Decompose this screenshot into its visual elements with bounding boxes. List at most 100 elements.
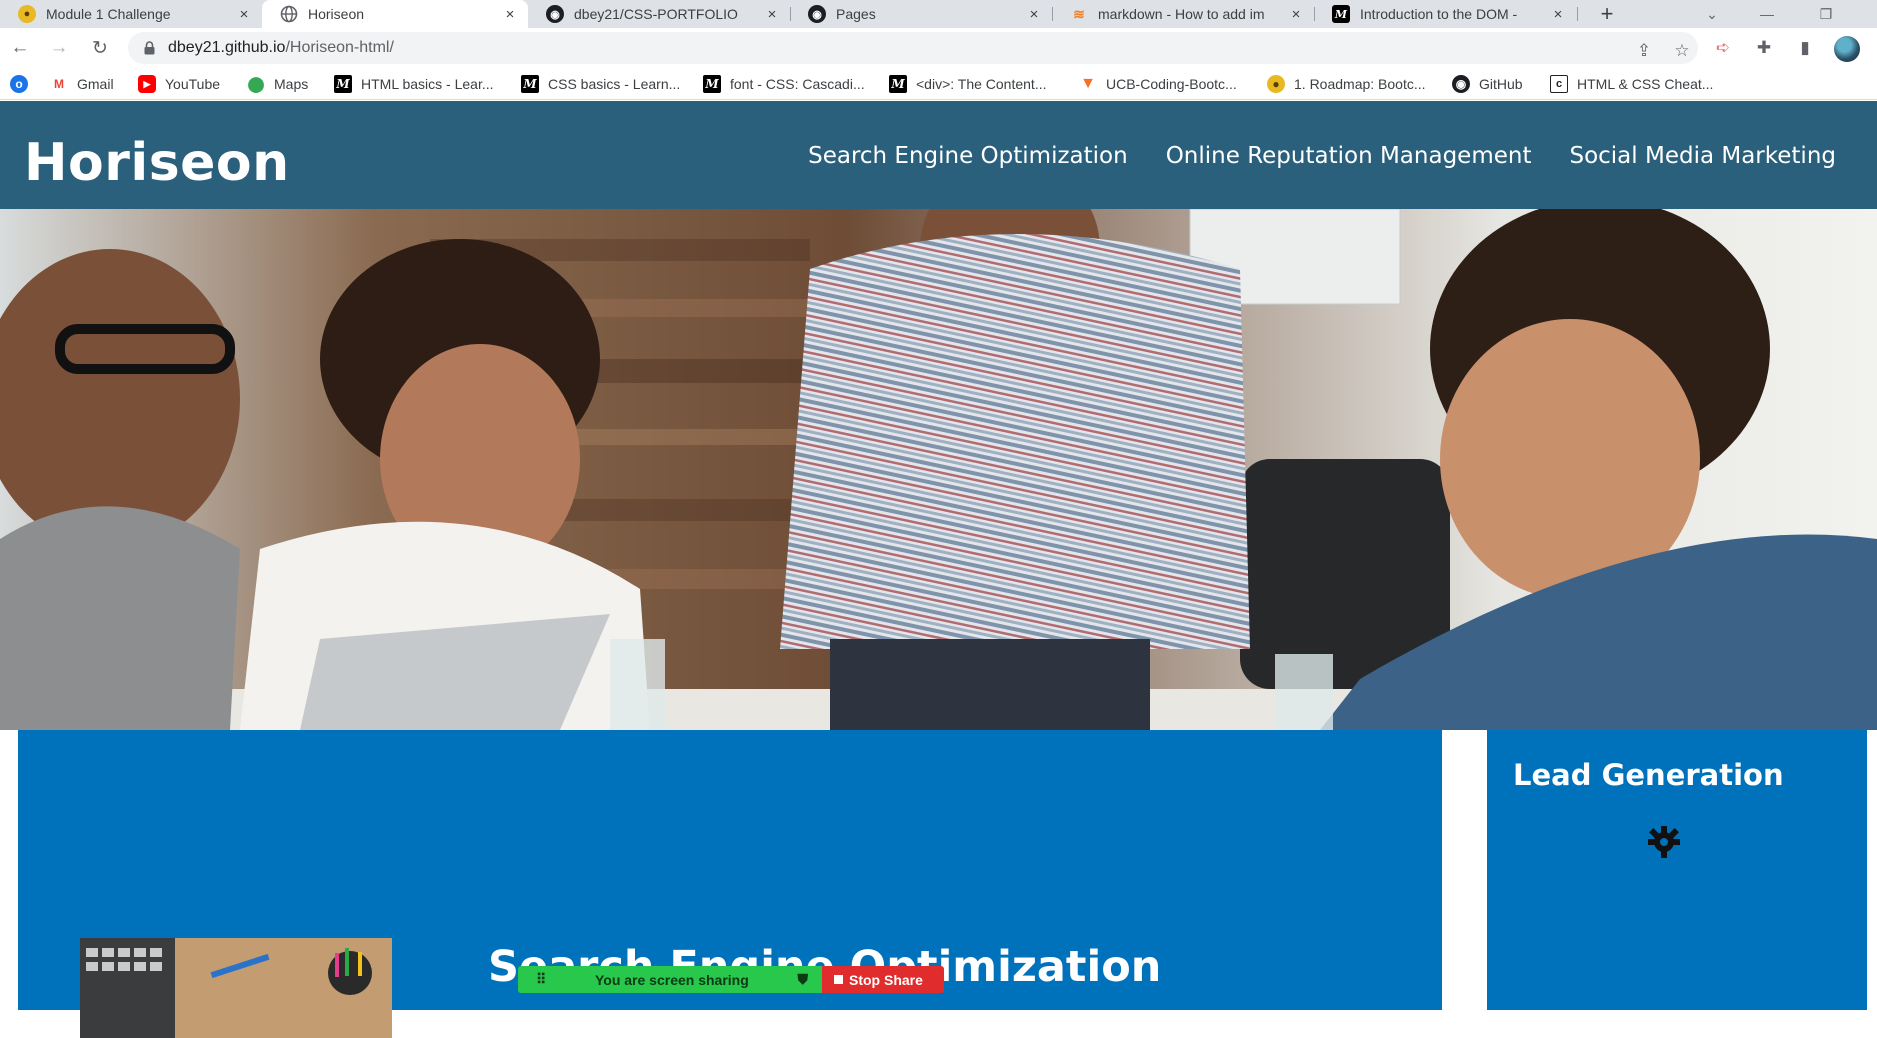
maps-icon: ⬤ <box>247 76 265 93</box>
url-host: dbey21.github.io <box>168 39 286 56</box>
bookmark-label: 1. Roadmap: Bootc... <box>1294 76 1426 92</box>
mdn-icon: M <box>334 75 352 93</box>
bookmark-div-element[interactable]: M <div>: The Content... <box>889 74 1047 94</box>
mdn-icon: M <box>703 75 721 93</box>
restore-icon[interactable]: ❐ <box>1806 0 1846 28</box>
close-icon[interactable]: × <box>1024 6 1044 23</box>
github-icon: ◉ <box>546 5 564 23</box>
bookmark-gmail[interactable]: M Gmail <box>50 74 114 94</box>
bookmark-css-basics[interactable]: M CSS basics - Learn... <box>521 74 680 94</box>
tab-title: Pages <box>836 6 876 22</box>
screen-share-status[interactable]: ⠿ You are screen sharing ⛊ <box>518 966 822 993</box>
bookmark-apps[interactable]: o <box>10 74 37 94</box>
share-icon[interactable]: ⇪ <box>1633 40 1655 62</box>
puzzle-extensions-icon[interactable]: ✚ <box>1753 37 1775 59</box>
tab-title: Introduction to the DOM - <box>1360 6 1518 22</box>
close-icon[interactable]: × <box>762 6 782 23</box>
tab-search-icon[interactable]: ⌄ <box>1692 0 1732 28</box>
bootcamp-coin-icon: ● <box>1267 75 1285 93</box>
lead-generation-title: Lead Generation <box>1513 758 1784 792</box>
url-path: /Horiseon-html/ <box>285 39 394 56</box>
bookmark-html-basics[interactable]: M HTML basics - Lear... <box>334 74 494 94</box>
tab-title: dbey21/CSS-PORTFOLIO <box>574 6 738 22</box>
back-icon[interactable]: ← <box>8 36 32 60</box>
bookmark-ucb-bootcamp[interactable]: ▼ UCB-Coding-Bootc... <box>1079 74 1237 94</box>
close-icon[interactable]: × <box>1548 6 1568 23</box>
url-text: dbey21.github.io/Horiseon-html/ <box>168 39 394 57</box>
address-bar[interactable]: dbey21.github.io/Horiseon-html/ ⇪ ☆ <box>128 32 1698 64</box>
bookmark-youtube[interactable]: ▶ YouTube <box>138 74 220 94</box>
bookmark-maps[interactable]: ⬤ Maps <box>247 74 309 94</box>
close-icon[interactable]: × <box>1286 6 1306 23</box>
bookmark-label: YouTube <box>165 76 221 92</box>
hero-image <box>0 209 1877 730</box>
forward-icon[interactable]: → <box>47 36 71 60</box>
tab-strip: ● Module 1 Challenge × Horiseon × ◉ dbey… <box>0 0 1877 28</box>
stop-share-label: Stop Share <box>849 971 923 988</box>
tab-title: markdown - How to add im <box>1098 6 1265 22</box>
mdn-icon: M <box>1332 5 1350 23</box>
bookmark-star-icon[interactable]: ☆ <box>1671 40 1693 62</box>
site-nav: Search Engine Optimization Online Reputa… <box>770 143 1836 169</box>
new-tab-button[interactable]: + <box>1592 0 1622 28</box>
bookmark-label: font - CSS: Cascadi... <box>730 76 865 92</box>
bootcamp-coin-icon: ● <box>18 5 36 23</box>
extension-icon[interactable]: ➪ <box>1712 37 1734 59</box>
tab-introduction-dom[interactable]: M Introduction to the DOM - × <box>1314 0 1576 28</box>
mdn-icon: M <box>889 75 907 93</box>
tab-horiseon[interactable]: Horiseon × <box>262 0 528 28</box>
stop-square-icon <box>834 975 843 984</box>
tab-pages[interactable]: ◉ Pages × <box>790 0 1052 28</box>
cheatsheet-icon: c <box>1550 75 1568 93</box>
github-icon: ◉ <box>808 5 826 23</box>
youtube-icon: ▶ <box>138 75 156 93</box>
bookmark-label: Gmail <box>77 76 114 92</box>
bookmark-github[interactable]: ◉ GitHub <box>1452 74 1523 94</box>
gitlab-icon: ▼ <box>1080 75 1096 92</box>
close-icon[interactable]: × <box>234 6 254 23</box>
bookmarks-bar: o M Gmail ▶ YouTube ⬤ Maps M HTML basics… <box>0 68 1877 100</box>
tab-divider <box>1577 7 1578 21</box>
bookmark-label: HTML basics - Lear... <box>361 76 494 92</box>
profile-avatar[interactable] <box>1834 36 1860 62</box>
apps-icon: o <box>10 75 28 93</box>
nav-link-reputation[interactable]: Online Reputation Management <box>1166 143 1532 169</box>
tab-markdown-stackoverflow[interactable]: ≋ markdown - How to add im × <box>1052 0 1314 28</box>
nav-link-social-media[interactable]: Social Media Marketing <box>1569 143 1836 169</box>
bookmark-label: <div>: The Content... <box>916 76 1047 92</box>
close-icon[interactable]: × <box>500 6 520 23</box>
gmail-icon: M <box>54 77 64 91</box>
site-logo[interactable]: Horiseon <box>24 133 290 193</box>
gear-icon <box>1648 826 1680 858</box>
minimize-icon[interactable]: — <box>1747 0 1787 28</box>
bookmark-label: Maps <box>274 76 309 92</box>
shield-check-icon: ⛊ <box>797 971 808 987</box>
screen-share-bar: ⠿ You are screen sharing ⛊ Stop Share <box>518 966 944 993</box>
bookmark-label: GitHub <box>1479 76 1523 92</box>
globe-icon <box>280 5 298 23</box>
mdn-icon: M <box>521 75 539 93</box>
stackoverflow-icon: ≋ <box>1073 5 1085 22</box>
bookmark-font-css[interactable]: M font - CSS: Cascadi... <box>703 74 865 94</box>
bookmark-label: CSS basics - Learn... <box>548 76 681 92</box>
nav-link-seo[interactable]: Search Engine Optimization <box>808 143 1128 169</box>
bookmark-label: HTML & CSS Cheat... <box>1577 76 1714 92</box>
drag-handle-icon[interactable]: ⠿ <box>536 971 546 988</box>
github-icon: ◉ <box>1452 75 1470 93</box>
side-panel-icon[interactable]: ▮ <box>1794 37 1816 59</box>
tab-module-1-challenge[interactable]: ● Module 1 Challenge × <box>0 0 262 28</box>
stop-share-button[interactable]: Stop Share <box>822 966 944 993</box>
tab-title: Horiseon <box>308 6 365 22</box>
bookmark-cheatsheet[interactable]: c HTML & CSS Cheat... <box>1550 74 1713 94</box>
bookmark-roadmap[interactable]: ● 1. Roadmap: Bootc... <box>1267 74 1426 94</box>
site-header: Horiseon Search Engine Optimization Onli… <box>0 101 1877 209</box>
seo-section-image <box>80 938 392 1038</box>
screen-share-message: You are screen sharing <box>594 971 749 988</box>
aside-lead-generation: Lead Generation <box>1487 730 1867 1010</box>
tab-css-portfolio[interactable]: ◉ dbey21/CSS-PORTFOLIO × <box>528 0 790 28</box>
lock-icon[interactable] <box>143 41 155 55</box>
reload-icon[interactable]: ↻ <box>88 36 112 60</box>
hero-photo-illustration <box>0 209 1877 730</box>
seo-desk-illustration <box>80 938 392 1038</box>
browser-toolbar: ← → ↻ dbey21.github.io/Horiseon-html/ ⇪ … <box>0 28 1877 68</box>
